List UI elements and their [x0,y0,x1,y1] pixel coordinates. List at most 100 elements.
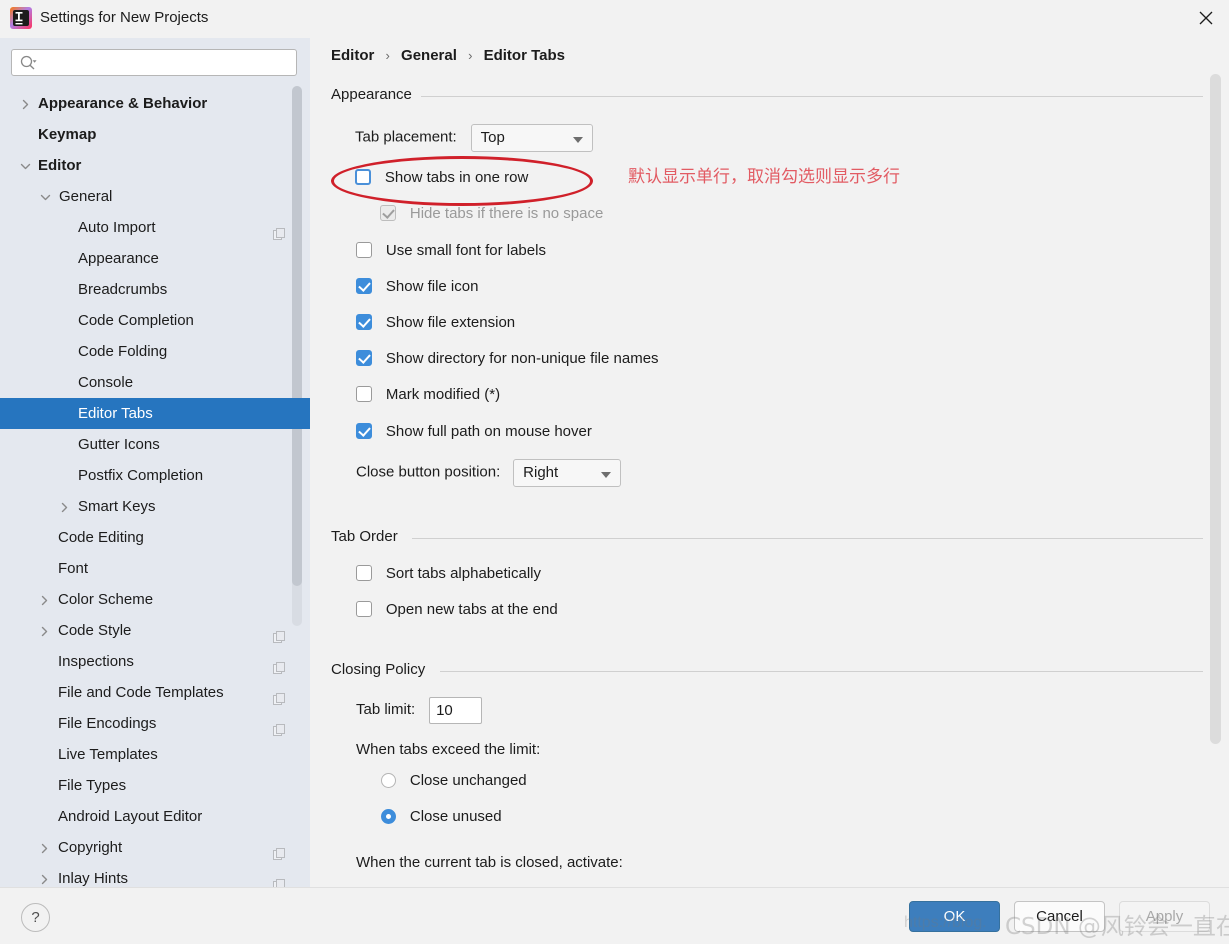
content-scrollbar-thumb[interactable] [1210,74,1221,744]
sidebar-item-code-completion[interactable]: Code Completion [0,305,310,336]
hide-tabs-no-space-label: Hide tabs if there is no space [409,205,604,222]
show-file-icon-row[interactable]: Show file icon [356,278,478,295]
chevron-right-icon[interactable] [59,491,73,522]
chevron-right-icon[interactable] [39,863,53,887]
close-unchanged-row[interactable]: Close unchanged [381,772,527,789]
chevron-right-icon[interactable] [39,832,53,863]
breadcrumb-leaf: Editor Tabs [483,47,565,64]
show-directory-label: Show directory for non-unique file names [385,350,659,367]
sidebar-item-label: File Encodings [58,715,157,732]
show-tabs-one-row-row[interactable]: Show tabs in one row [355,169,528,186]
sidebar-item-label: Gutter Icons [78,436,160,453]
sidebar-item-label: General [59,188,113,205]
breadcrumb: Editor › General › Editor Tabs [331,47,565,64]
sidebar-item-color-scheme[interactable]: Color Scheme [0,584,310,615]
sidebar-item-appearance[interactable]: Appearance [0,243,310,274]
sidebar-item-console[interactable]: Console [0,367,310,398]
sidebar-item-editor-tabs[interactable]: Editor Tabs [0,398,310,429]
sidebar-item-inspections[interactable]: Inspections [0,646,310,677]
show-full-path-checkbox[interactable] [356,423,372,439]
tab-limit-row: Tab limit: [356,697,483,724]
section-title-tab-order: Tab Order [331,528,407,545]
chevron-right-icon[interactable] [20,88,34,119]
sidebar-item-label: Inspections [58,653,134,670]
sidebar-item-label: Editor [38,157,82,174]
ok-button[interactable]: OK [909,901,1000,932]
section-title-closing-policy: Closing Policy [331,661,435,678]
sidebar-item-live-templates[interactable]: Live Templates [0,739,310,770]
sidebar-item-file-and-code-templates[interactable]: File and Code Templates [0,677,310,708]
sidebar-item-smart-keys[interactable]: Smart Keys [0,491,310,522]
close-unchanged-label: Close unchanged [409,772,527,789]
breadcrumb-mid[interactable]: General [401,47,457,64]
sidebar-item-label: Editor Tabs [78,405,153,422]
sidebar-item-general[interactable]: General [0,181,310,212]
sidebar-item-inlay-hints[interactable]: Inlay Hints [0,863,310,887]
close-unchanged-radio[interactable] [381,773,396,788]
show-file-icon-checkbox[interactable] [356,278,372,294]
sidebar-item-postfix-completion[interactable]: Postfix Completion [0,460,310,491]
copy-settings-icon[interactable] [273,872,286,887]
close-button-position-select[interactable]: Right [513,459,622,487]
help-button[interactable]: ? [21,903,50,932]
use-small-font-row[interactable]: Use small font for labels [356,242,546,259]
close-icon[interactable] [1183,0,1229,36]
use-small-font-checkbox[interactable] [356,242,372,258]
when-exceed-label-row: When tabs exceed the limit: [356,741,540,758]
chevron-down-icon[interactable] [20,150,34,181]
tab-limit-input[interactable] [430,698,482,723]
chevron-right-icon[interactable] [39,584,53,615]
sidebar-item-android-layout-editor[interactable]: Android Layout Editor [0,801,310,832]
sidebar-item-keymap[interactable]: Keymap [0,119,310,150]
search-input[interactable] [42,50,296,77]
show-tabs-one-row-checkbox[interactable] [355,169,371,185]
sort-tabs-alphabetically-row[interactable]: Sort tabs alphabetically [356,565,541,582]
section-divider [421,96,1203,97]
window-title: Settings for New Projects [40,9,209,26]
open-new-tabs-end-checkbox[interactable] [356,601,372,617]
sidebar-item-code-editing[interactable]: Code Editing [0,522,310,553]
open-new-tabs-end-row[interactable]: Open new tabs at the end [356,601,558,618]
sidebar-item-label: Inlay Hints [58,870,129,887]
sidebar-item-label: Postfix Completion [78,467,204,484]
settings-dialog: Settings for New Projects Appearance & B… [0,0,1229,944]
cancel-button[interactable]: Cancel [1014,901,1105,932]
sidebar-item-copyright[interactable]: Copyright [0,832,310,863]
sidebar-item-auto-import[interactable]: Auto Import [0,212,310,243]
close-unused-radio[interactable] [381,809,396,824]
sidebar-item-file-encodings[interactable]: File Encodings [0,708,310,739]
tab-limit-field[interactable] [429,697,483,724]
sidebar-item-code-folding[interactable]: Code Folding [0,336,310,367]
intellij-idea-icon [10,7,32,29]
chevron-down-icon[interactable] [40,181,54,212]
show-file-extension-checkbox[interactable] [356,314,372,330]
sidebar-item-label: Code Completion [78,312,194,329]
mark-modified-checkbox[interactable] [356,386,372,402]
sidebar-item-gutter-icons[interactable]: Gutter Icons [0,429,310,460]
close-unused-row[interactable]: Close unused [381,808,502,825]
search-box[interactable] [11,49,297,77]
breadcrumb-root[interactable]: Editor [331,47,374,64]
show-directory-row[interactable]: Show directory for non-unique file names [356,350,659,367]
show-full-path-label: Show full path on mouse hover [385,423,592,440]
chevron-down-icon [572,137,583,143]
sidebar-item-font[interactable]: Font [0,553,310,584]
tab-placement-label: Tab placement: [355,128,457,146]
title-bar: Settings for New Projects [0,0,1229,38]
sidebar-item-breadcrumbs[interactable]: Breadcrumbs [0,274,310,305]
apply-button[interactable]: Apply [1119,901,1210,932]
sort-tabs-alphabetically-checkbox[interactable] [356,565,372,581]
sidebar-item-editor[interactable]: Editor [0,150,310,181]
tab-placement-select[interactable]: Top [470,124,593,152]
hide-tabs-no-space-row: Hide tabs if there is no space [380,205,603,222]
show-full-path-row[interactable]: Show full path on mouse hover [356,423,592,440]
chevron-right-icon[interactable] [39,615,53,646]
show-directory-checkbox[interactable] [356,350,372,366]
sidebar-item-code-style[interactable]: Code Style [0,615,310,646]
use-small-font-label: Use small font for labels [385,242,546,259]
sidebar-item-label: Smart Keys [78,498,156,515]
mark-modified-row[interactable]: Mark modified (*) [356,386,500,403]
sidebar-item-appearance-behavior[interactable]: Appearance & Behavior [0,88,310,119]
show-file-extension-row[interactable]: Show file extension [356,314,515,331]
sidebar-item-file-types[interactable]: File Types [0,770,310,801]
